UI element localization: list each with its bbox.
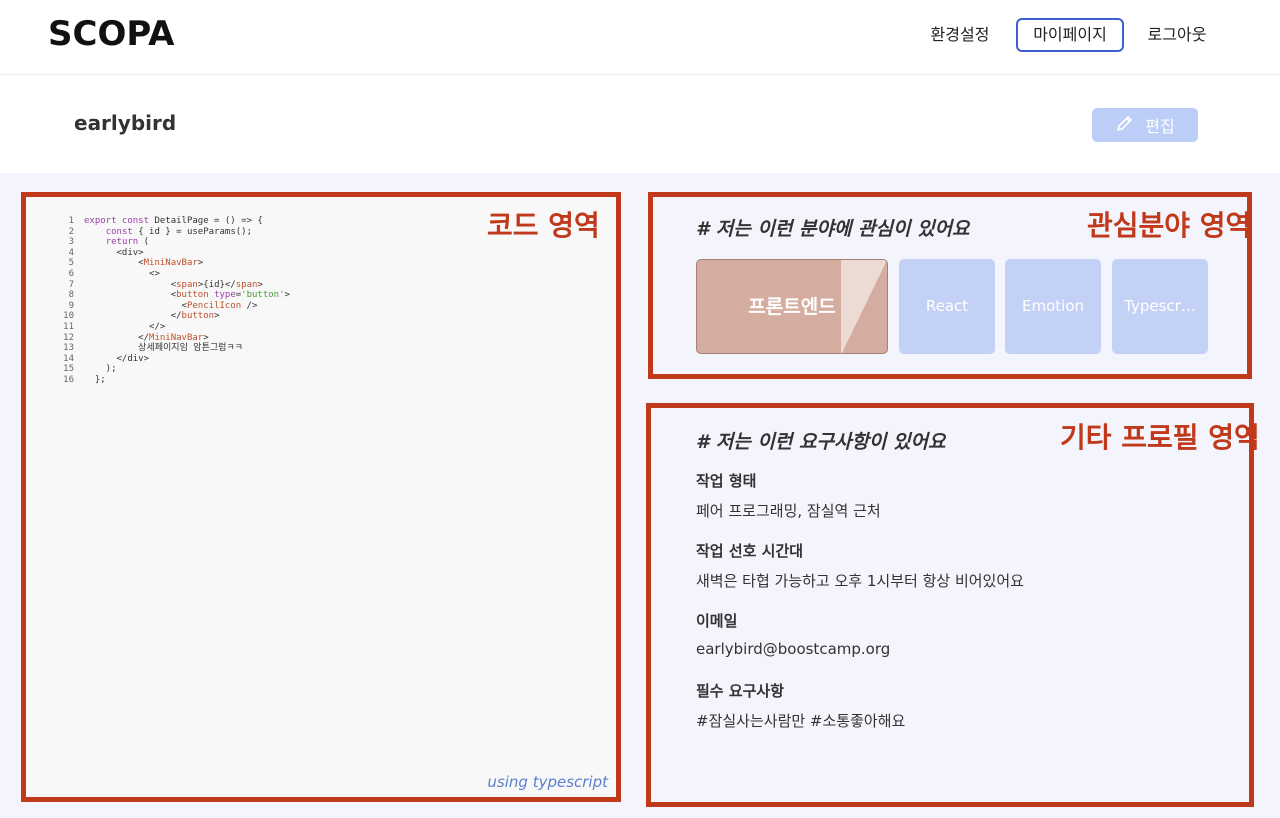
nav-settings-button[interactable]: 환경설정: [930, 18, 990, 52]
other-profile-annotation-label: 기타 프로필 영역: [1060, 421, 1260, 454]
pencil-icon: [1115, 113, 1135, 137]
other-profile-annotation-box: [646, 403, 1254, 807]
nav-mypage-button[interactable]: 마이페이지: [1016, 18, 1124, 52]
top-navigation-bar: SCOPA 환경설정 마이페이지 로그아웃: [0, 0, 1280, 75]
edit-button-label: 편집: [1145, 117, 1175, 136]
nav-logout-button[interactable]: 로그아웃: [1147, 18, 1207, 52]
code-area-annotation-label: 코드 영역: [487, 209, 600, 242]
code-area-annotation-box: [21, 192, 621, 802]
app-logo[interactable]: SCOPA: [48, 14, 174, 54]
username: earlybird: [74, 111, 177, 135]
profile-header: earlybird 편집: [0, 75, 1280, 173]
interest-area-annotation-label: 관심분야 영역: [1087, 209, 1252, 242]
edit-button[interactable]: 편집: [1092, 108, 1198, 142]
